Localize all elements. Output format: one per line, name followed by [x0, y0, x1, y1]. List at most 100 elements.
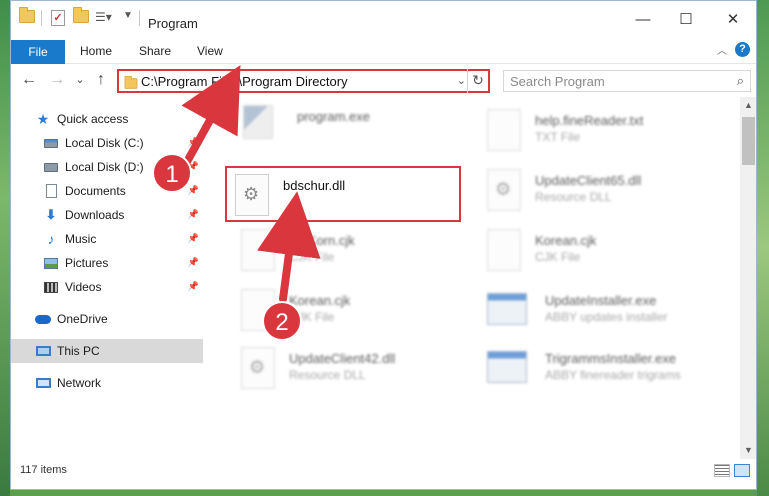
close-button[interactable]: ✕	[713, 7, 753, 33]
customize-toolbar-icon[interactable]: ▼	[123, 10, 133, 21]
installer-app-icon	[487, 351, 527, 383]
cloud-icon	[35, 311, 51, 327]
file-item[interactable]: UpdateInstaller.exe ABBY updates install…	[487, 287, 727, 337]
tab-view[interactable]: View	[197, 44, 223, 58]
maximize-button[interactable]: ☐	[666, 7, 706, 33]
file-type: ABBY finereader trigrams	[545, 368, 681, 382]
file-item[interactable]: UpdateClient42.dll Resource DLL	[241, 345, 481, 395]
dll-file-icon	[487, 169, 521, 211]
sidebar-item-downloads[interactable]: ⬇ Downloads 📌	[11, 203, 203, 227]
minimize-button[interactable]: —	[623, 7, 663, 33]
tab-share[interactable]: Share	[139, 44, 171, 58]
back-button[interactable]: ←	[19, 71, 39, 89]
address-folder-icon	[124, 75, 138, 89]
file-name: bdschur.dll	[283, 178, 346, 193]
pin-icon[interactable]: 📌	[188, 281, 199, 292]
ribbon: File Home Share View ︿ ?	[11, 38, 756, 64]
address-path[interactable]: C:\Program Files\Program Directory	[141, 74, 348, 89]
sidebar-item-videos[interactable]: Videos 📌	[11, 275, 203, 299]
file-type: CJK File	[535, 250, 581, 264]
file-type: Resource DLL	[289, 368, 366, 382]
pin-icon[interactable]: 📌	[188, 257, 199, 268]
network-icon	[35, 375, 51, 391]
sidebar-item-quick-access[interactable]: ★ Quick access	[11, 107, 203, 131]
file-item[interactable]: TrigrammsInstaller.exe ABBY finereader t…	[487, 345, 727, 395]
title-separator	[139, 10, 140, 26]
cjk-file-icon	[241, 229, 275, 271]
file-name: TrigrammsInstaller.exe	[545, 351, 676, 366]
sidebar-item-local-disk-c[interactable]: Local Disk (C:) 📌	[11, 131, 203, 155]
folder-icon	[19, 7, 35, 23]
tab-home[interactable]: Home	[80, 44, 112, 58]
help-icon[interactable]: ?	[735, 42, 750, 57]
refresh-icon[interactable]: ↻	[467, 69, 488, 93]
file-name: Korean.cjk	[289, 293, 351, 308]
file-name: UpdateClient42.dll	[289, 351, 396, 366]
star-icon: ★	[36, 110, 50, 127]
pin-icon[interactable]: 📌	[188, 185, 199, 196]
file-type: TXT File	[535, 130, 581, 144]
sidebar-item-this-pc[interactable]: This PC	[11, 339, 203, 363]
properties-icon[interactable]: ✓	[51, 10, 65, 26]
up-button[interactable]: ↑	[91, 71, 111, 89]
scroll-up-icon[interactable]: ▲	[740, 97, 756, 114]
file-item[interactable]: Korean.cjk CJK File	[487, 227, 727, 277]
pin-icon[interactable]: 📌	[188, 233, 199, 244]
file-item-bdschur-dll[interactable]: bdschur.dll	[227, 168, 467, 218]
address-row: ← → ⌄ ↑ C:\Program Files\Program Directo…	[11, 66, 756, 96]
sidebar-item-label: Network	[57, 376, 102, 390]
computer-icon	[35, 343, 51, 359]
sidebar-item-label: Downloads	[65, 208, 125, 222]
view-options-icon[interactable]: ☰▾	[95, 10, 112, 24]
sidebar-item-label: Local Disk (D:)	[65, 160, 144, 174]
vertical-scrollbar[interactable]: ▲ ▼	[740, 97, 756, 459]
tiles-view-icon[interactable]	[734, 464, 750, 477]
file-item[interactable]: BGKorn.cjk CJK File	[241, 227, 481, 277]
new-folder-icon[interactable]	[73, 7, 89, 23]
txt-file-icon	[487, 109, 521, 151]
sidebar-item-onedrive[interactable]: OneDrive	[11, 307, 203, 331]
recent-locations-button[interactable]: ⌄	[70, 73, 90, 86]
sidebar-item-network[interactable]: Network	[11, 371, 203, 395]
sidebar-item-label: Videos	[65, 280, 102, 294]
callout-badge-two: 2	[262, 301, 302, 341]
sidebar-item-label: Music	[65, 232, 97, 246]
file-explorer-window: ✓ ☰▾ ▼ Program — ☐ ✕ File Home Share Vie…	[10, 0, 757, 490]
file-item[interactable]: help.fineReader.txt TXT File	[487, 107, 727, 157]
pictures-icon	[43, 255, 59, 271]
address-bar[interactable]: C:\Program Files\Program Directory ⌄ ↻	[117, 69, 490, 93]
search-icon[interactable]: ⌕	[737, 73, 744, 89]
videos-icon	[43, 279, 59, 295]
sidebar-item-pictures[interactable]: Pictures 📌	[11, 251, 203, 275]
tab-file[interactable]: File	[11, 40, 65, 64]
file-type: CJK File	[289, 250, 335, 264]
pin-icon[interactable]: 📌	[188, 209, 199, 220]
file-item[interactable]: UpdateClient65.dll Resource DLL	[487, 167, 727, 217]
file-item[interactable]: program.exe	[237, 103, 477, 153]
exe-file-icon	[243, 105, 273, 139]
search-box[interactable]: ⌕	[503, 70, 751, 92]
file-name: help.fineReader.txt	[535, 113, 644, 128]
sidebar-item-music[interactable]: ♪ Music 📌	[11, 227, 203, 251]
search-input[interactable]	[504, 71, 724, 91]
sidebar-item-label: Quick access	[57, 112, 129, 126]
title-bar: ✓ ☰▾ ▼ Program — ☐ ✕	[11, 1, 756, 38]
highlighted-file-box: bdschur.dll	[225, 166, 461, 222]
file-type: ABBY updates installer	[545, 310, 668, 324]
address-dropdown-icon[interactable]: ⌄	[457, 74, 466, 87]
pin-icon[interactable]: 📌	[188, 137, 199, 148]
collapse-ribbon-icon[interactable]: ︿	[717, 42, 727, 57]
scroll-down-icon[interactable]: ▼	[740, 442, 756, 459]
details-view-icon[interactable]	[714, 464, 730, 477]
item-count: 117 items	[20, 464, 67, 476]
sidebar-item-label: Pictures	[65, 256, 109, 270]
file-list: program.exe bdschur.dll BGKorn.cjk CJK F…	[207, 97, 740, 459]
navigation-pane: ★ Quick access Local Disk (C:) 📌 Local D…	[11, 97, 205, 459]
disk-icon	[43, 159, 59, 175]
file-name: Korean.cjk	[535, 233, 597, 248]
dll-file-icon	[241, 347, 275, 389]
qa-separator	[41, 10, 42, 26]
forward-button[interactable]: →	[47, 71, 67, 89]
sidebar-item-label: OneDrive	[57, 312, 108, 326]
scroll-thumb[interactable]	[742, 117, 755, 165]
